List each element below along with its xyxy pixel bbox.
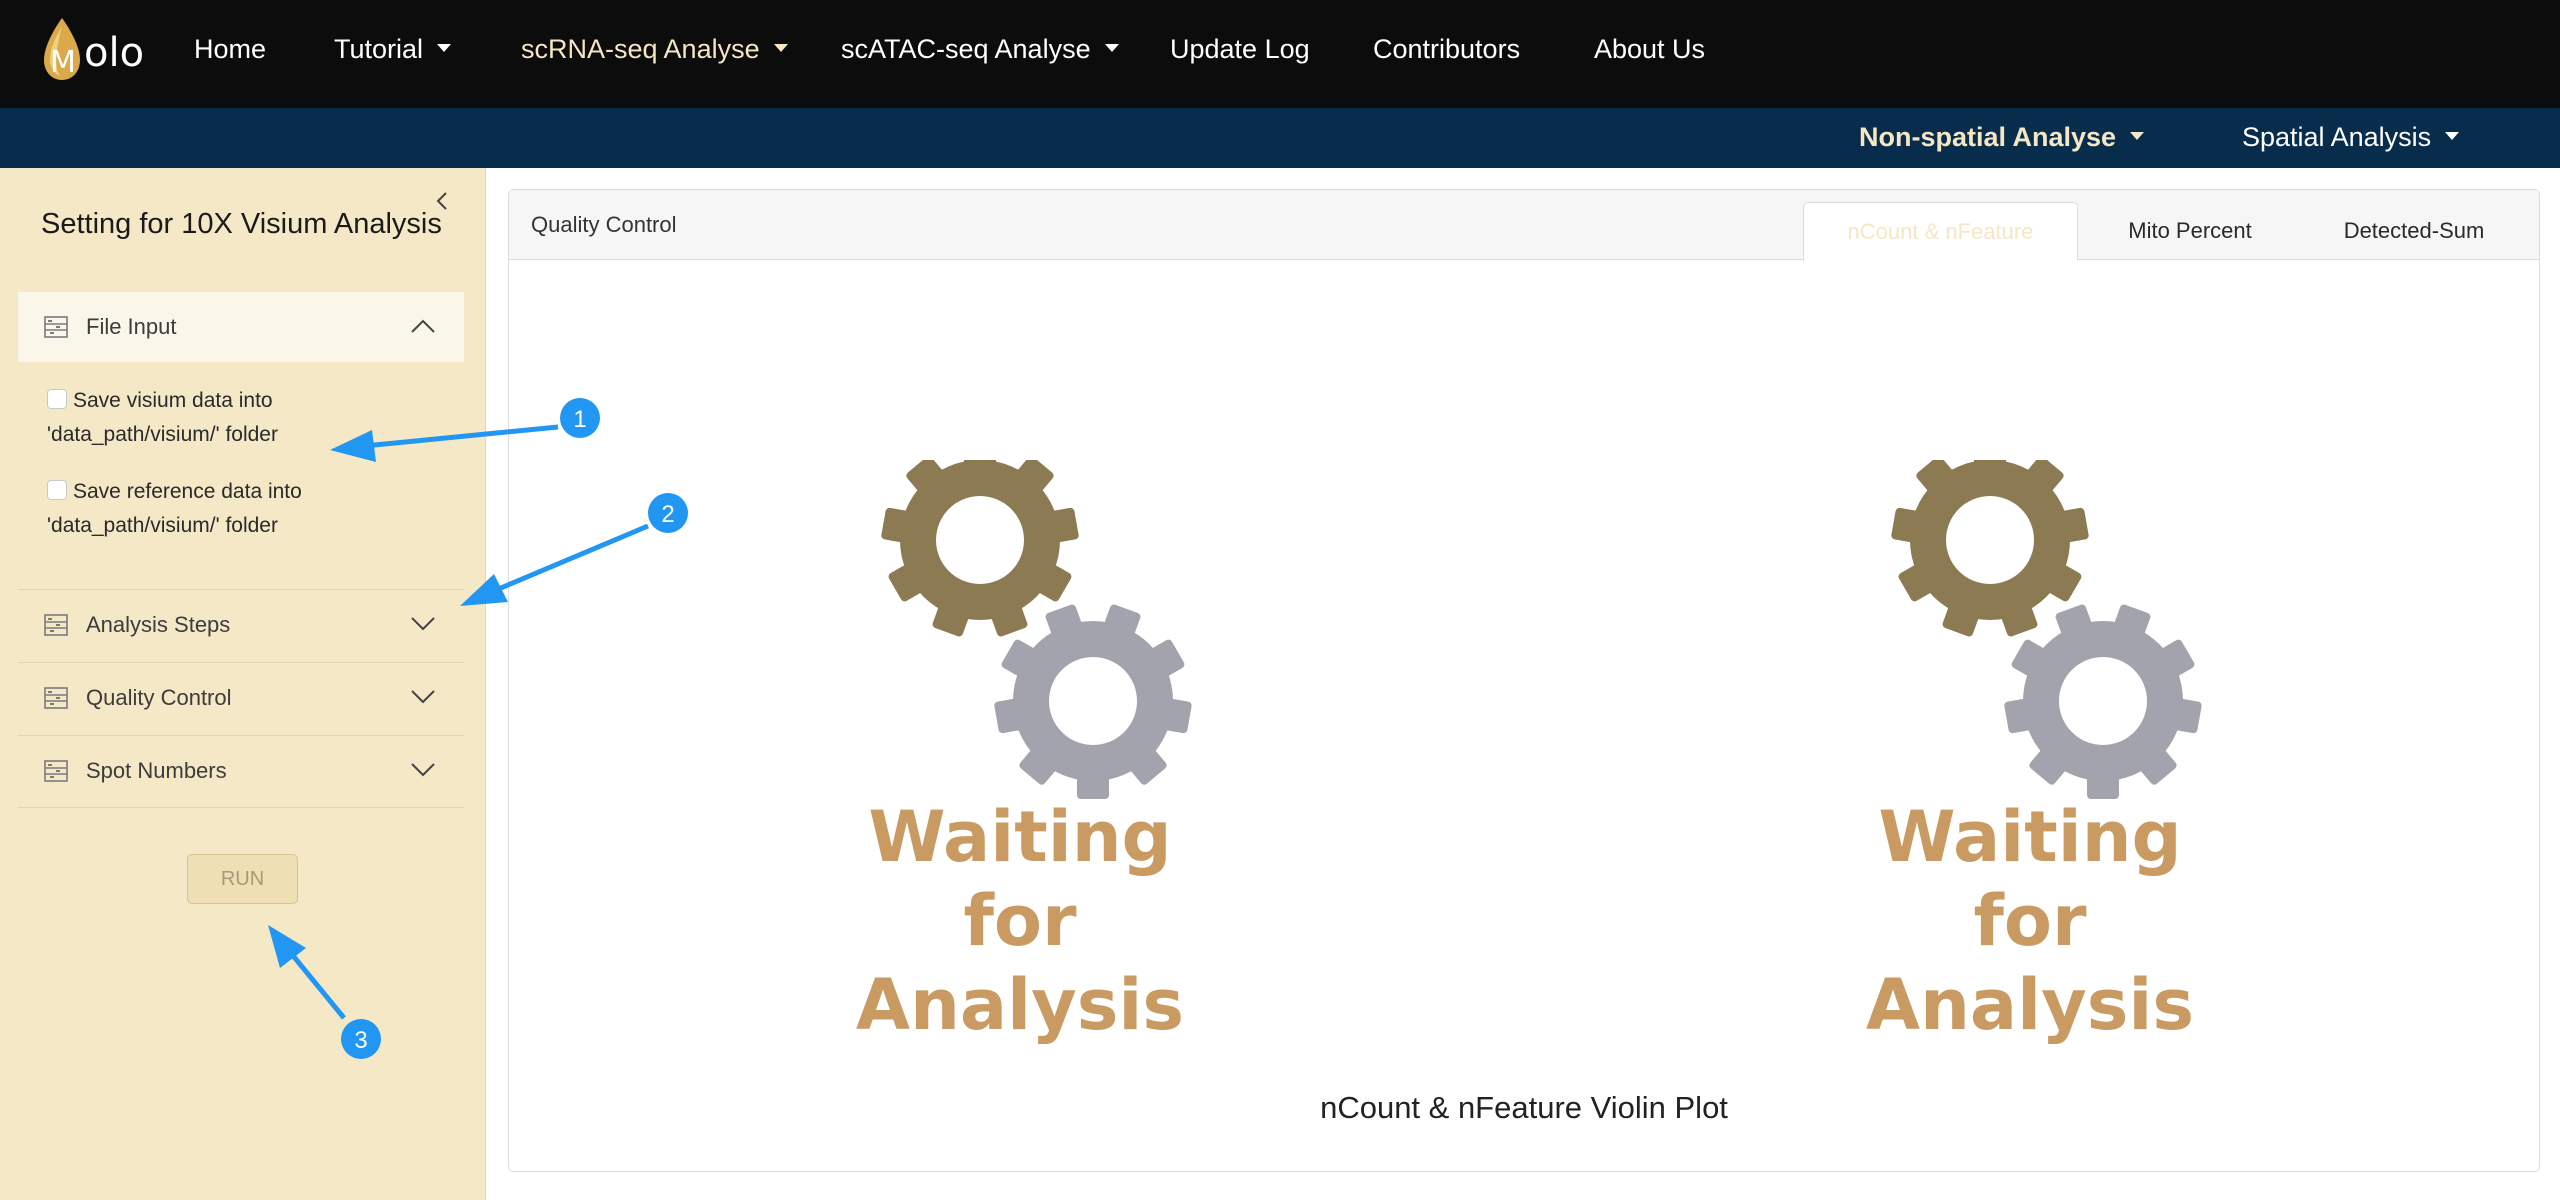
waiting-text-line1: Waiting for bbox=[1878, 796, 2182, 962]
chevron-up-icon bbox=[411, 319, 435, 333]
nav-scatac-seq[interactable]: scATAC-seq Analyse bbox=[841, 34, 1119, 65]
panel-title: Quality Control bbox=[531, 212, 677, 237]
accordion-file-input-label: File Input bbox=[86, 314, 177, 339]
tab-ncount-nfeature[interactable]: nCount & nFeature bbox=[1803, 202, 2078, 261]
sliders-icon bbox=[44, 316, 68, 338]
accordion-analysis-steps[interactable]: Analysis Steps bbox=[18, 589, 464, 662]
caret-down-icon bbox=[2130, 131, 2145, 140]
nav-scrna-seq[interactable]: scRNA-seq Analyse bbox=[521, 34, 788, 65]
nav-contributors-label: Contributors bbox=[1373, 34, 1521, 64]
checkbox[interactable] bbox=[47, 480, 67, 501]
subnav-spatial-label: Spatial Analysis bbox=[2242, 122, 2432, 152]
sub-navbar: Non-spatial Analyse Spatial Analysis bbox=[0, 108, 2560, 168]
chevron-down-icon bbox=[411, 617, 435, 631]
nav-home-label: Home bbox=[194, 34, 267, 64]
run-button[interactable]: RUN bbox=[187, 854, 298, 904]
waiting-placeholder-left: Waiting for Analysis bbox=[810, 442, 1230, 1046]
tab-detected-sum[interactable]: Detected-Sum bbox=[2302, 202, 2526, 260]
top-navbar: M olo Home Tutorial scRNA-seq Analyse sc… bbox=[0, 0, 2560, 108]
nav-update-log[interactable]: Update Log bbox=[1170, 34, 1310, 65]
waiting-text: Waiting for Analysis bbox=[810, 795, 1230, 1047]
checkbox[interactable] bbox=[47, 389, 67, 410]
nav-tutorial[interactable]: Tutorial bbox=[334, 34, 452, 65]
tab-mito-percent[interactable]: Mito Percent bbox=[2078, 202, 2302, 260]
subnav-spatial[interactable]: Spatial Analysis bbox=[2242, 122, 2460, 153]
accordion-spot-numbers[interactable]: Spot Numbers bbox=[18, 735, 464, 808]
waiting-text-line2: Analysis bbox=[1865, 964, 2195, 1046]
sliders-icon bbox=[44, 687, 68, 709]
logo-text: olo bbox=[84, 30, 145, 76]
subnav-non-spatial[interactable]: Non-spatial Analyse bbox=[1859, 122, 2145, 153]
nav-contributors[interactable]: Contributors bbox=[1373, 34, 1520, 65]
checkbox-save-visium-path: 'data_path/visium/' folder bbox=[47, 423, 278, 446]
caret-down-icon bbox=[1104, 43, 1119, 52]
waiting-placeholder-right: Waiting for Analysis bbox=[1820, 442, 2240, 1046]
nav-update-log-label: Update Log bbox=[1170, 34, 1310, 64]
settings-sidebar: Setting for 10X Visium Analysis File Inp… bbox=[0, 168, 486, 1200]
caret-down-icon bbox=[2445, 131, 2460, 140]
nav-home[interactable]: Home bbox=[194, 34, 266, 65]
quality-control-panel: Quality Control nCount & nFeature Mito P… bbox=[508, 189, 2540, 1172]
checkbox-save-visium-label: Save visium data into bbox=[73, 389, 273, 412]
panel-header: Quality Control nCount & nFeature Mito P… bbox=[509, 190, 2539, 261]
accordion-analysis-steps-label: Analysis Steps bbox=[86, 612, 231, 637]
waiting-text-line2: Analysis bbox=[855, 964, 1185, 1046]
plot-caption: nCount & nFeature Violin Plot bbox=[1320, 1090, 1728, 1125]
sliders-icon bbox=[44, 760, 68, 782]
caret-down-icon bbox=[773, 43, 788, 52]
accordion-quality-control-label: Quality Control bbox=[86, 685, 232, 710]
accordion-spot-numbers-label: Spot Numbers bbox=[86, 758, 227, 783]
caret-down-icon bbox=[437, 43, 452, 52]
logo-letter: M bbox=[50, 45, 76, 80]
nav-scatac-seq-label: scATAC-seq Analyse bbox=[841, 34, 1091, 64]
waiting-text-line1: Waiting for bbox=[868, 796, 1172, 962]
checkbox-save-reference-label: Save reference data into bbox=[73, 480, 302, 503]
checkbox-save-reference[interactable]: Save reference data into 'data_path/visi… bbox=[47, 475, 302, 543]
checkbox-save-reference-path: 'data_path/visium/' folder bbox=[47, 514, 278, 537]
subnav-non-spatial-label: Non-spatial Analyse bbox=[1859, 122, 2117, 152]
nav-scrna-seq-label: scRNA-seq Analyse bbox=[521, 34, 760, 64]
nav-tutorial-label: Tutorial bbox=[334, 34, 424, 64]
chevron-down-icon bbox=[411, 763, 435, 777]
checkbox-save-visium[interactable]: Save visium data into 'data_path/visium/… bbox=[47, 384, 278, 452]
sliders-icon bbox=[44, 614, 68, 636]
nav-about-us[interactable]: About Us bbox=[1594, 34, 1705, 65]
waiting-text: Waiting for Analysis bbox=[1820, 795, 2240, 1047]
nav-about-us-label: About Us bbox=[1594, 34, 1706, 64]
accordion-file-input-header[interactable]: File Input bbox=[18, 292, 464, 362]
accordion-quality-control[interactable]: Quality Control bbox=[18, 662, 464, 735]
gears-icon bbox=[1891, 442, 2202, 799]
chevron-down-icon bbox=[411, 690, 435, 704]
sidebar-title: Setting for 10X Visium Analysis bbox=[41, 208, 442, 240]
gears-icon bbox=[881, 442, 1192, 799]
